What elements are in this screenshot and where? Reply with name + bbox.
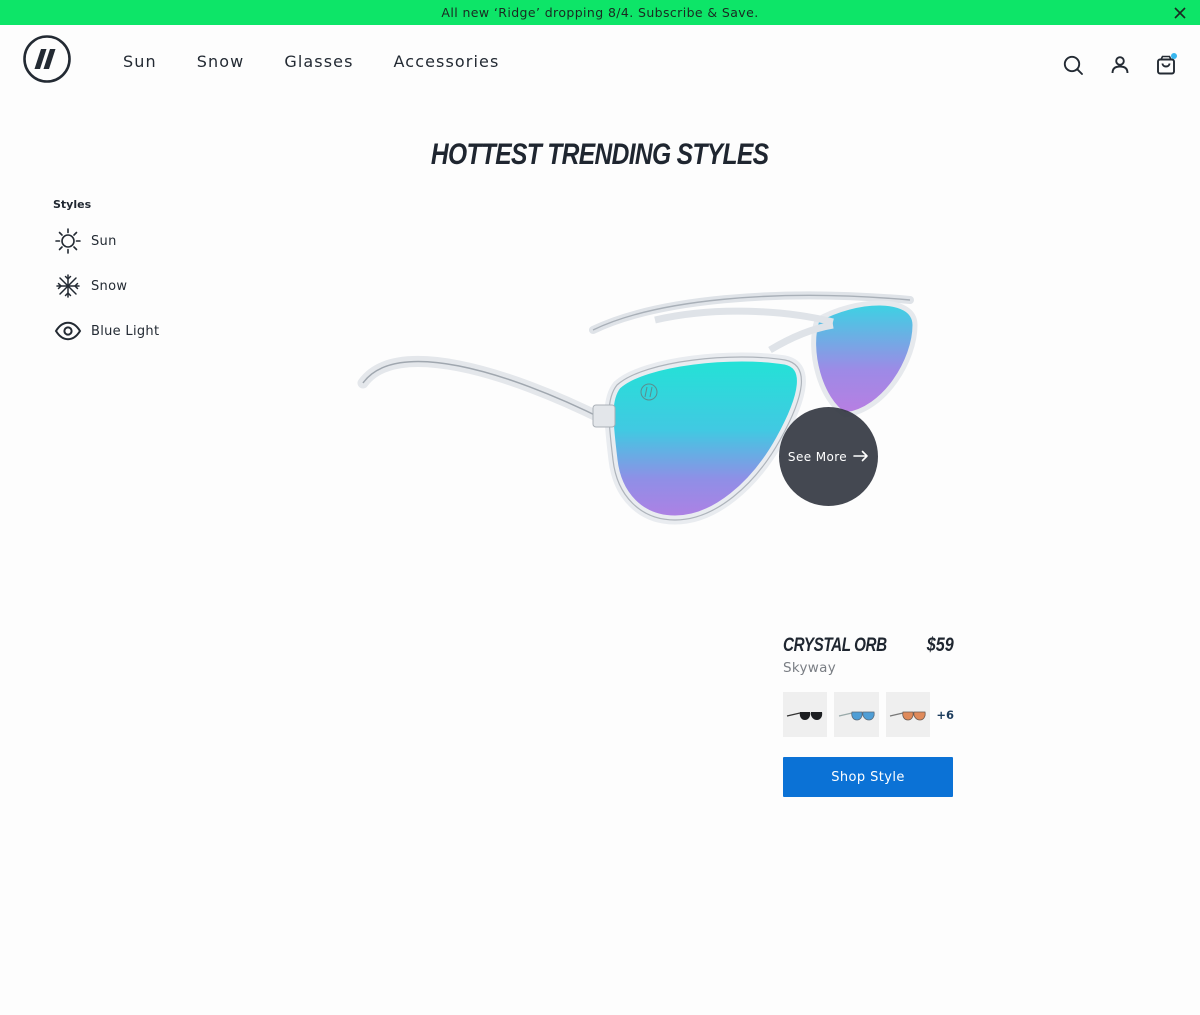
close-icon[interactable] bbox=[1170, 3, 1190, 23]
sidebar-item-label: Snow bbox=[91, 278, 128, 294]
see-more-label: See More bbox=[787, 449, 848, 464]
nav-glasses[interactable]: Glasses bbox=[284, 52, 353, 71]
sidebar-item-sun[interactable]: Sun bbox=[53, 228, 159, 254]
eye-icon bbox=[53, 318, 83, 344]
nav-sun[interactable]: Sun bbox=[123, 52, 157, 71]
arrow-right-icon bbox=[853, 447, 869, 466]
main-nav: Sun Snow Glasses Accessories bbox=[123, 52, 499, 71]
sidebar-item-label: Blue Light bbox=[91, 323, 160, 339]
swatch-orange-lens[interactable] bbox=[885, 692, 931, 737]
search-icon[interactable] bbox=[1061, 53, 1085, 77]
page-title: HOTTEST TRENDING STYLES bbox=[430, 138, 769, 171]
shop-style-button[interactable]: Shop Style bbox=[783, 757, 953, 797]
product-price: $59 bbox=[927, 635, 954, 656]
product-name[interactable]: CRYSTAL ORB bbox=[783, 635, 887, 657]
more-swatches-count[interactable]: +6 bbox=[936, 708, 954, 722]
sidebar-heading: Styles bbox=[53, 198, 92, 211]
nav-snow[interactable]: Snow bbox=[197, 52, 245, 71]
color-swatches: +6 bbox=[783, 692, 954, 737]
promo-text: All new ‘Ridge’ dropping 8/4. Subscribe … bbox=[441, 5, 759, 20]
product-variant: Skyway bbox=[783, 660, 836, 676]
see-more-button[interactable]: See More bbox=[779, 407, 878, 506]
product-info: CRYSTAL ORB $59 Skyway +6 Shop Style bbox=[783, 635, 954, 797]
cart-icon[interactable] bbox=[1154, 53, 1178, 77]
sidebar-item-snow[interactable]: Snow bbox=[53, 273, 159, 299]
snowflake-icon bbox=[53, 273, 83, 299]
sidebar-item-label: Sun bbox=[91, 233, 117, 249]
promo-banner[interactable]: All new ‘Ridge’ dropping 8/4. Subscribe … bbox=[0, 0, 1200, 25]
site-header: Sun Snow Glasses Accessories bbox=[0, 25, 1200, 100]
account-icon[interactable] bbox=[1108, 53, 1132, 77]
swatch-black-lens[interactable] bbox=[783, 692, 828, 737]
sidebar-item-blue-light[interactable]: Blue Light bbox=[53, 318, 159, 344]
sun-icon bbox=[53, 228, 83, 254]
styles-sidebar: Styles Sun Snow Blue Light bbox=[53, 198, 159, 363]
brand-logo-icon[interactable] bbox=[22, 34, 72, 84]
swatch-blue-lens[interactable] bbox=[834, 692, 879, 737]
cart-badge bbox=[1171, 53, 1177, 59]
nav-accessories[interactable]: Accessories bbox=[394, 52, 500, 71]
